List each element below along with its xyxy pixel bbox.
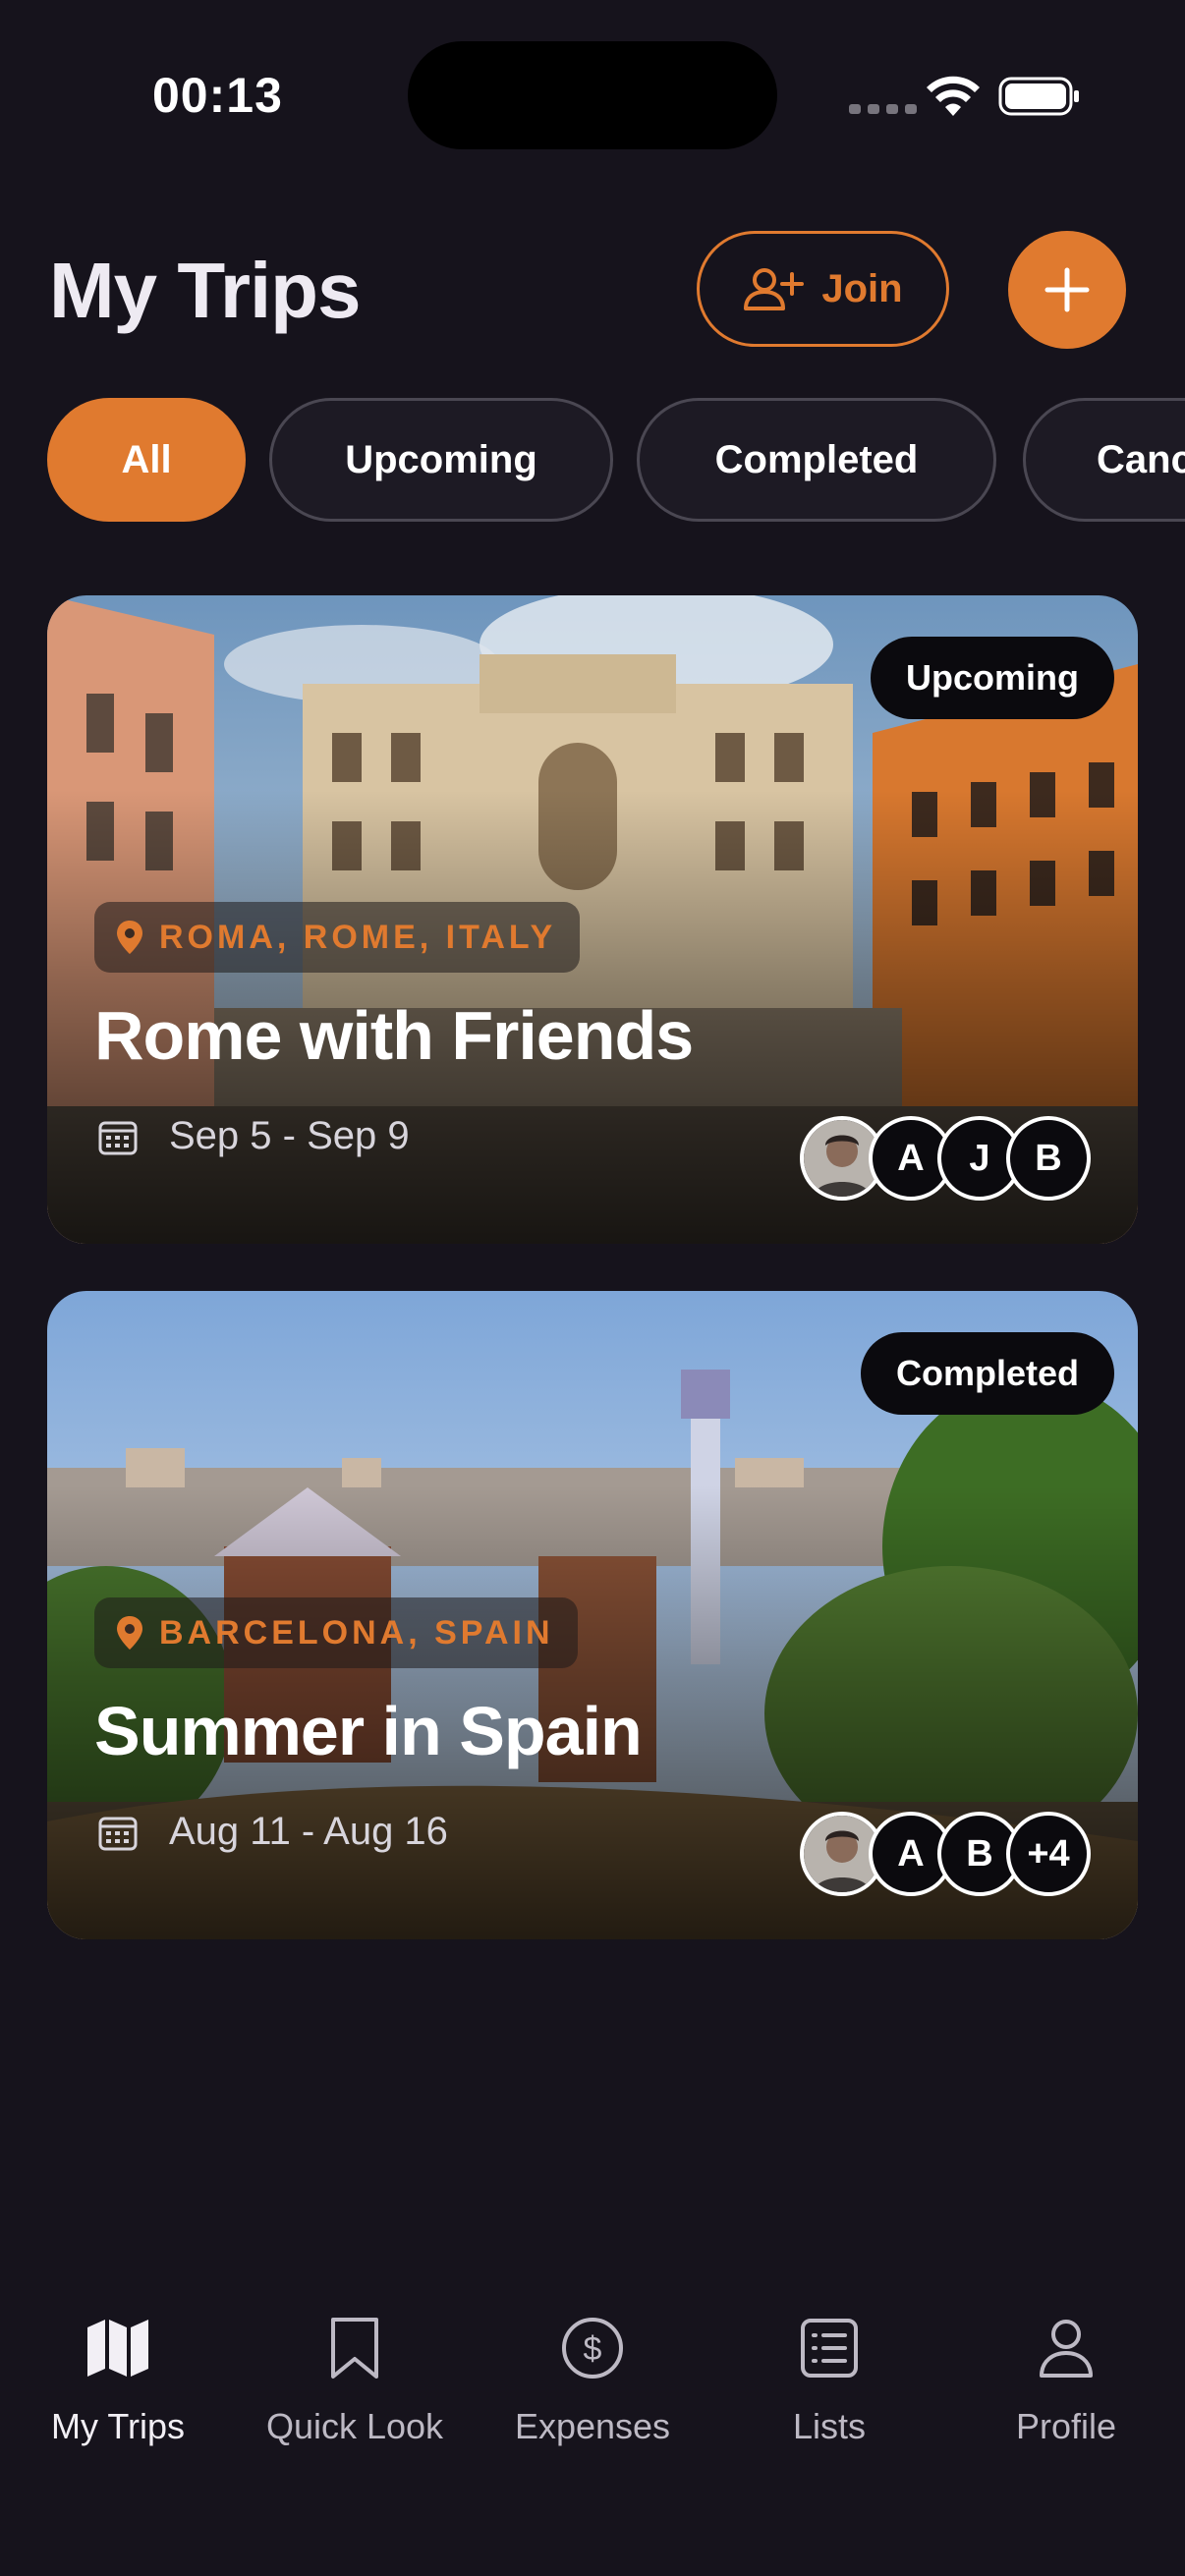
filter-chip-completed[interactable]: Completed: [637, 398, 996, 522]
cellular-signal-icon: [849, 104, 917, 114]
trip-title: Rome with Friends: [94, 997, 694, 1074]
location-text: BARCELONA, SPAIN: [159, 1613, 554, 1652]
location-chip: BARCELONA, SPAIN: [94, 1597, 578, 1668]
trip-dates: Aug 11 - Aug 16: [98, 1810, 448, 1854]
dynamic-island: [408, 41, 777, 149]
status-time: 00:13: [152, 68, 283, 123]
trip-card-rome[interactable]: Upcoming ROMA, ROME, ITALY Rome with Fri…: [47, 595, 1138, 1244]
trip-dates-text: Aug 11 - Aug 16: [169, 1810, 448, 1853]
join-button[interactable]: Join: [697, 231, 949, 347]
tab-my-trips[interactable]: My Trips: [0, 2279, 236, 2456]
location-text: ROMA, ROME, ITALY: [159, 918, 557, 956]
filter-chips: All Upcoming Completed Canc: [47, 398, 1185, 522]
map-icon: [87, 2320, 148, 2377]
member-avatars: A B +4: [800, 1812, 1091, 1896]
tab-expenses[interactable]: $ Expenses: [475, 2279, 710, 2456]
filter-chip-cancelled[interactable]: Canc: [1023, 398, 1185, 522]
tab-profile[interactable]: Profile: [948, 2279, 1184, 2456]
person-icon: [1040, 2320, 1093, 2378]
list-icon: [801, 2319, 858, 2378]
location-pin-icon: [117, 1616, 142, 1650]
plus-icon: [1044, 267, 1090, 312]
dollar-circle-icon: $: [562, 2318, 623, 2379]
tab-bar: My Trips Quick Look $ Expenses Lists Pro…: [0, 2279, 1185, 2495]
add-trip-button[interactable]: [1008, 231, 1126, 349]
status-badge: Completed: [860, 1332, 1114, 1415]
tab-label: Expenses: [514, 2406, 671, 2446]
bookmark-icon: [331, 2318, 378, 2379]
avatar-more-count: +4: [1006, 1812, 1091, 1896]
add-user-icon: [744, 268, 805, 310]
filter-chip-upcoming[interactable]: Upcoming: [269, 398, 613, 522]
tab-label: Profile: [1015, 2406, 1117, 2446]
status-badge: Upcoming: [871, 637, 1114, 719]
member-avatars: A J B: [800, 1116, 1091, 1201]
tab-lists[interactable]: Lists: [711, 2279, 947, 2456]
battery-icon: [998, 77, 1079, 116]
tab-label: My Trips: [50, 2406, 185, 2446]
avatar-initial: B: [1006, 1116, 1091, 1201]
location-pin-icon: [117, 921, 142, 954]
location-chip: ROMA, ROME, ITALY: [94, 902, 581, 973]
tab-label: Lists: [792, 2406, 867, 2446]
wifi-icon: [927, 76, 980, 116]
filter-chip-all[interactable]: All: [47, 398, 246, 522]
calendar-icon: [98, 1121, 138, 1154]
trip-title: Summer in Spain: [94, 1693, 643, 1769]
calendar-icon: [98, 1817, 138, 1850]
trip-card-barcelona[interactable]: Completed BARCELONA, SPAIN Summer in Spa…: [47, 1291, 1138, 1939]
tab-quick-look[interactable]: Quick Look: [237, 2279, 473, 2456]
trip-dates-text: Sep 5 - Sep 9: [169, 1114, 410, 1157]
join-label: Join: [821, 266, 903, 310]
tab-label: Quick Look: [265, 2406, 444, 2446]
svg-text:$: $: [584, 2330, 602, 2368]
page-title: My Trips: [49, 247, 362, 334]
trip-dates: Sep 5 - Sep 9: [98, 1114, 410, 1158]
status-bar: 00:13: [0, 0, 1185, 187]
